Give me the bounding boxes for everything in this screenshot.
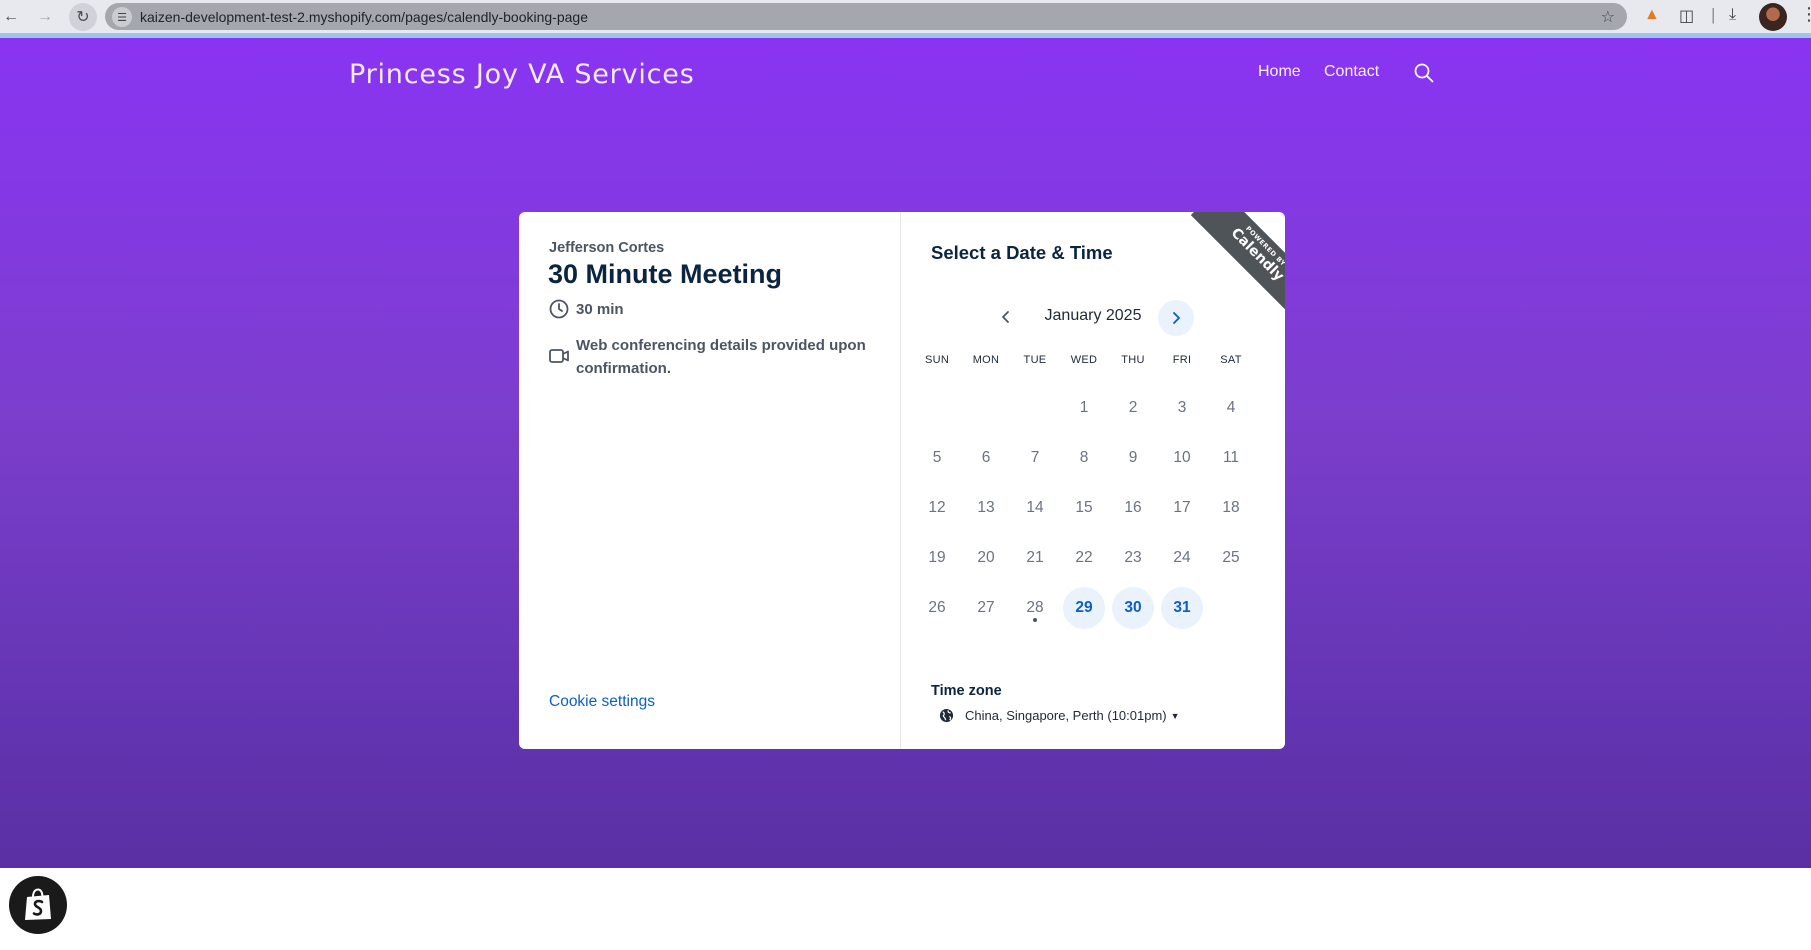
- weekday-wed: WED: [1070, 354, 1098, 366]
- weekday-thu: THU: [1121, 354, 1145, 366]
- calendar-day-23: 23: [1124, 549, 1142, 566]
- next-month-button[interactable]: [1158, 300, 1194, 336]
- booking-widget: Jefferson Cortes 30 Minute Meeting 30 mi…: [519, 212, 1285, 749]
- available-day-31[interactable]: 31: [1161, 587, 1203, 629]
- timezone-selector[interactable]: China, Singapore, Perth (10:01pm) ▼: [939, 708, 1180, 723]
- conferencing-text: Web conferencing details provided upon c…: [576, 337, 866, 377]
- calendar-day-22: 22: [1075, 549, 1093, 566]
- calendar-day-8: 8: [1079, 449, 1089, 466]
- page-background: Princess Joy VA Services Home Contact Je…: [0, 38, 1811, 868]
- calendar-day-12: 12: [928, 499, 946, 516]
- calendar-day-4: 4: [1226, 399, 1236, 416]
- month-navigation: January 2025: [901, 298, 1285, 336]
- calendar-day-10: 10: [1173, 449, 1191, 466]
- calendar-day-2: 2: [1128, 399, 1138, 416]
- weekday-mon: MON: [972, 354, 1000, 366]
- calendar-day-24: 24: [1173, 549, 1191, 566]
- select-date-heading: Select a Date & Time: [931, 242, 1113, 263]
- calendar-day-3: 3: [1177, 399, 1187, 416]
- calendar-panel: Select a Date & Time POWERED BY Calendly…: [901, 212, 1285, 749]
- site-brand[interactable]: Princess Joy VA Services: [349, 59, 695, 90]
- search-icon[interactable]: [1413, 62, 1435, 84]
- calendar-day-5: 5: [932, 449, 942, 466]
- profile-avatar[interactable]: [1759, 3, 1787, 31]
- browser-menu-icon[interactable]: ⋮: [1800, 4, 1811, 25]
- calendar-day-17: 17: [1173, 499, 1191, 516]
- caret-down-icon: ▼: [1170, 710, 1180, 721]
- calendar-day-15: 15: [1075, 499, 1093, 516]
- url-text[interactable]: kaizen-development-test-2.myshopify.com/…: [140, 9, 588, 25]
- weekday-sat: SAT: [1220, 354, 1242, 366]
- calendar-day-19: 19: [928, 549, 946, 566]
- today-indicator-dot: [1033, 618, 1037, 622]
- bookmark-star-icon[interactable]: ☆: [1601, 7, 1615, 27]
- nav-home-link[interactable]: Home: [1258, 63, 1301, 81]
- shopify-bag-icon[interactable]: [9, 876, 67, 934]
- duration-row: 30 min: [548, 298, 624, 321]
- browser-toolbar: ← → ↻ ☰ kaizen-development-test-2.myshop…: [0, 0, 1811, 38]
- current-month: January 2025: [1044, 307, 1142, 324]
- globe-icon: [939, 708, 954, 723]
- duration-text: 30 min: [576, 301, 624, 318]
- weekday-tue: TUE: [1023, 354, 1047, 366]
- calendar-day-25: 25: [1222, 549, 1240, 566]
- conferencing-row: Web conferencing details provided upon c…: [548, 334, 868, 380]
- reload-icon[interactable]: ↻: [69, 3, 97, 31]
- available-day-29[interactable]: 29: [1063, 587, 1105, 629]
- calendar-day-16: 16: [1124, 499, 1142, 516]
- extensions-puzzle-icon[interactable]: ◫: [1679, 6, 1694, 26]
- calendar-day-27: 27: [977, 599, 995, 616]
- calendar-day-28: 28: [1015, 588, 1055, 628]
- video-camera-icon: [549, 349, 569, 363]
- calendar-day-7: 7: [1030, 449, 1040, 466]
- event-details-panel: Jefferson Cortes 30 Minute Meeting 30 mi…: [519, 212, 901, 749]
- nav-contact-link[interactable]: Contact: [1324, 63, 1379, 81]
- calendar-day-26: 26: [928, 599, 946, 616]
- calendar-day-18: 18: [1222, 499, 1240, 516]
- calendar-day-14: 14: [1026, 499, 1044, 516]
- address-bar[interactable]: ☰ kaizen-development-test-2.myshopify.co…: [105, 3, 1627, 30]
- calendar-day-20: 20: [977, 549, 995, 566]
- metamask-fox-icon[interactable]: ▲: [1644, 6, 1660, 24]
- event-title: 30 Minute Meeting: [548, 259, 783, 289]
- calendar-day-21: 21: [1026, 549, 1044, 566]
- clock-icon: [549, 299, 569, 319]
- calendar-day-13: 13: [977, 499, 995, 516]
- timezone-value[interactable]: China, Singapore, Perth (10:01pm): [965, 708, 1167, 723]
- cookie-settings-link[interactable]: Cookie settings: [549, 693, 655, 711]
- weekday-sun: SUN: [924, 354, 950, 366]
- calendar-day-1: 1: [1079, 399, 1089, 416]
- weekday-fri: FRI: [1172, 354, 1192, 366]
- download-icon[interactable]: ⤓: [1729, 6, 1736, 24]
- calendar-day-6: 6: [981, 449, 991, 466]
- timezone-label: Time zone: [931, 683, 1002, 699]
- available-day-30[interactable]: 30: [1112, 587, 1154, 629]
- host-name: Jefferson Cortes: [549, 240, 665, 256]
- site-info-icon[interactable]: ☰: [112, 7, 132, 27]
- toolbar-divider: |: [1711, 5, 1716, 24]
- chevron-right-icon: [1173, 312, 1180, 324]
- shopify-logo: [25, 888, 51, 920]
- calendar-day-11: 11: [1222, 449, 1240, 466]
- back-icon[interactable]: ←: [0, 6, 22, 28]
- forward-icon[interactable]: →: [34, 6, 56, 28]
- calendar-day-9: 9: [1128, 449, 1138, 466]
